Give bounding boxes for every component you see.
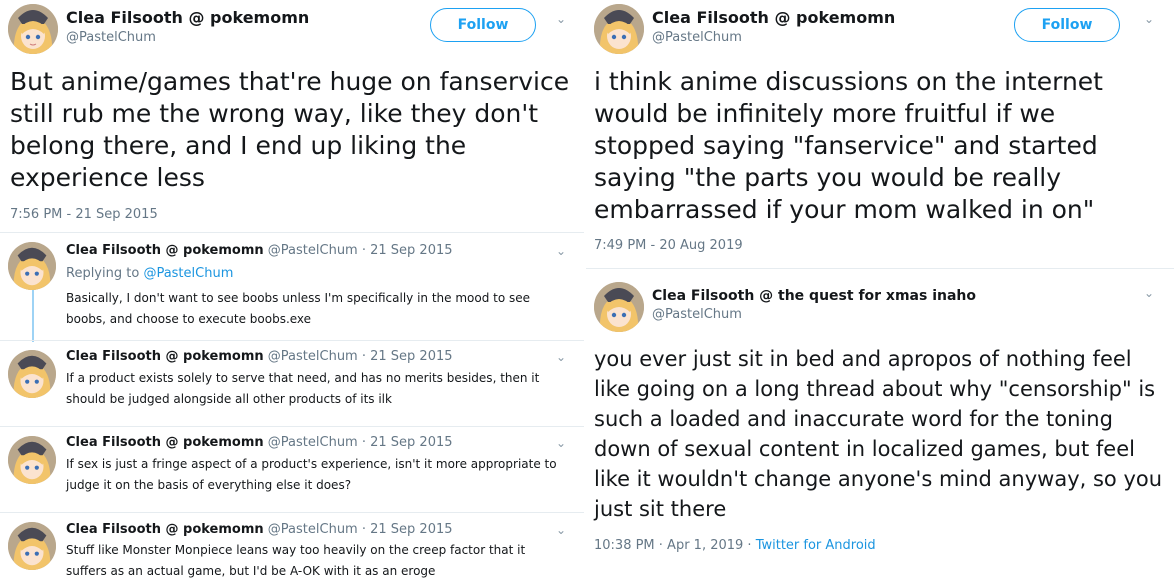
- reply-author-handle[interactable]: @PastelChum: [268, 349, 358, 364]
- reply-header: Clea Filsooth @ pokemomn @PastelChum · 2…: [66, 243, 453, 258]
- reply-date[interactable]: · 21 Sep 2015: [362, 243, 453, 258]
- tweet-text: But anime/games that're huge on fanservi…: [10, 67, 570, 192]
- reply-text: Basically, I don't want to see boobs unl…: [66, 291, 531, 326]
- chevron-down-icon[interactable]: ⌄: [556, 244, 566, 258]
- reply-header: Clea Filsooth @ pokemomn @PastelChum · 2…: [66, 435, 453, 450]
- avatar[interactable]: [8, 522, 56, 570]
- divider: [0, 426, 584, 427]
- chevron-down-icon[interactable]: ⌄: [1144, 286, 1154, 300]
- tweet-timestamp[interactable]: 7:49 PM - 20 Aug 2019: [594, 238, 743, 253]
- author-name[interactable]: Clea Filsooth @ the quest for xmas inaho: [652, 288, 976, 304]
- avatar[interactable]: [594, 4, 644, 54]
- left-tweet-panel: Clea Filsooth @ pokemomn @PastelChum Fol…: [0, 0, 584, 582]
- reply-author-name[interactable]: Clea Filsooth @ pokemomn: [66, 243, 264, 258]
- author-handle[interactable]: @PastelChum: [652, 307, 742, 322]
- right-tweet-panel: Clea Filsooth @ pokemomn @PastelChum Fol…: [586, 0, 1174, 582]
- author-handle[interactable]: @PastelChum: [66, 30, 156, 45]
- reply-author-name[interactable]: Clea Filsooth @ pokemomn: [66, 349, 264, 364]
- anime-avatar-icon: [594, 4, 644, 54]
- reply-date[interactable]: · 21 Sep 2015: [362, 349, 453, 364]
- reply-text: If sex is just a fringe aspect of a prod…: [66, 457, 557, 492]
- tweet-text: i think anime discussions on the interne…: [594, 67, 1103, 224]
- avatar[interactable]: [8, 242, 56, 290]
- anime-avatar-icon: [8, 4, 58, 54]
- anime-avatar-icon: [594, 282, 644, 332]
- author-name[interactable]: Clea Filsooth @ pokemomn: [66, 8, 309, 27]
- reply-text: Stuff like Monster Monpiece leans way to…: [66, 543, 526, 578]
- reply-author-name[interactable]: Clea Filsooth @ pokemomn: [66, 522, 264, 537]
- reply-author-handle[interactable]: @PastelChum: [268, 435, 358, 450]
- anime-avatar-icon: [8, 522, 56, 570]
- divider: [0, 340, 584, 341]
- tweet-timestamp[interactable]: 7:56 PM - 21 Sep 2015: [10, 207, 158, 222]
- divider: [0, 232, 584, 233]
- chevron-down-icon[interactable]: ⌄: [556, 12, 566, 26]
- chevron-down-icon[interactable]: ⌄: [1144, 12, 1154, 26]
- divider: [0, 512, 584, 513]
- reply-header: Clea Filsooth @ pokemomn @PastelChum · 2…: [66, 522, 453, 537]
- author-handle[interactable]: @PastelChum: [652, 30, 742, 45]
- reply-author-name[interactable]: Clea Filsooth @ pokemomn: [66, 435, 264, 450]
- divider: [586, 268, 1174, 269]
- reply-date[interactable]: · 21 Sep 2015: [362, 435, 453, 450]
- tweet-text: you ever just sit in bed and apropos of …: [594, 347, 1163, 521]
- chevron-down-icon[interactable]: ⌄: [556, 436, 566, 450]
- chevron-down-icon[interactable]: ⌄: [556, 350, 566, 364]
- chevron-down-icon[interactable]: ⌄: [556, 523, 566, 537]
- reply-header: Clea Filsooth @ pokemomn @PastelChum · 2…: [66, 349, 453, 364]
- anime-avatar-icon: [8, 350, 56, 398]
- anime-avatar-icon: [8, 436, 56, 484]
- tweet-meta: 10:38 PM · Apr 1, 2019 · Twitter for And…: [594, 538, 876, 553]
- reply-author-handle[interactable]: @PastelChum: [268, 522, 358, 537]
- avatar[interactable]: [8, 4, 58, 54]
- reply-text: If a product exists solely to serve that…: [66, 371, 540, 406]
- anime-avatar-icon: [8, 242, 56, 290]
- replying-to-label: Replying to: [66, 266, 144, 281]
- thread-line: [32, 290, 34, 342]
- reply-author-handle[interactable]: @PastelChum: [268, 243, 358, 258]
- tweet-timestamp[interactable]: 10:38 PM · Apr 1, 2019 ·: [594, 538, 756, 553]
- follow-button[interactable]: Follow: [1014, 8, 1120, 42]
- reply-date[interactable]: · 21 Sep 2015: [362, 522, 453, 537]
- follow-button[interactable]: Follow: [430, 8, 536, 42]
- avatar[interactable]: [594, 282, 644, 332]
- replying-to-handle[interactable]: @PastelChum: [143, 266, 233, 281]
- tweet-source-link[interactable]: Twitter for Android: [756, 538, 876, 553]
- avatar[interactable]: [8, 436, 56, 484]
- avatar[interactable]: [8, 350, 56, 398]
- author-name[interactable]: Clea Filsooth @ pokemomn: [652, 8, 895, 27]
- replying-to: Replying to @PastelChum: [66, 266, 233, 281]
